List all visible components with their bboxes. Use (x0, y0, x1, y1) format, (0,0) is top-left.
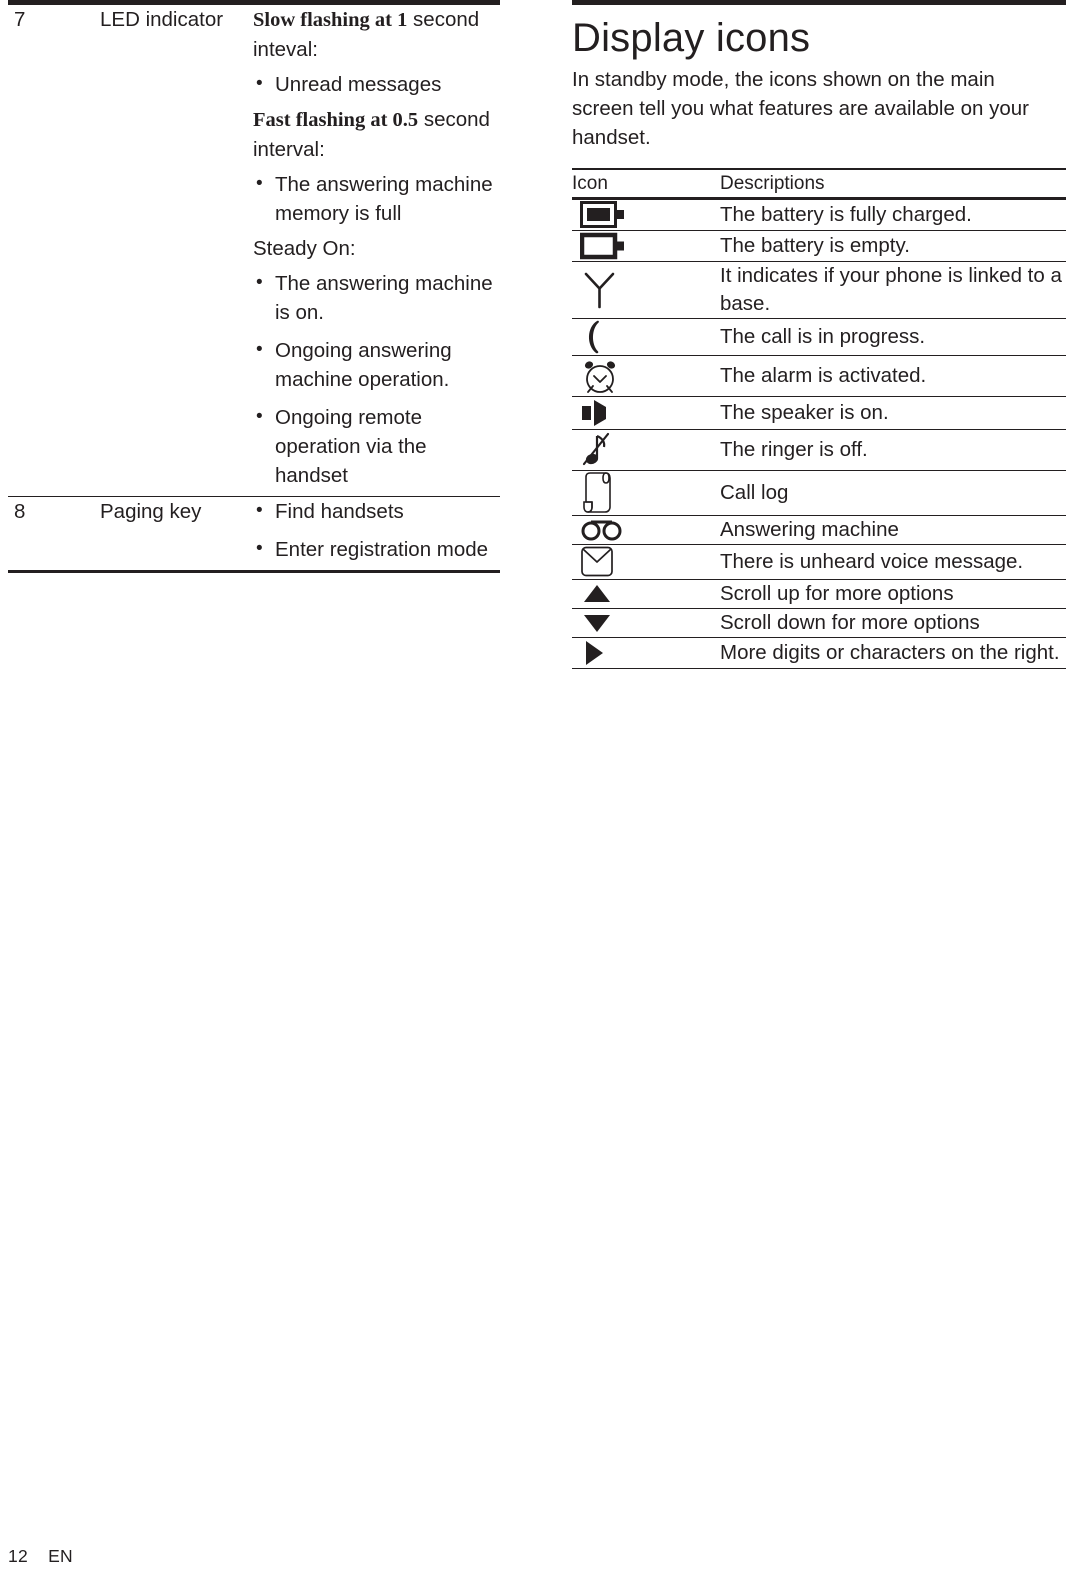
left-table-bottom-rule (8, 570, 500, 573)
list-item: Ongoing remote operation via the handset (253, 402, 500, 490)
alarm-clock-icon (572, 356, 720, 396)
row-description-cell: Find handsets Enter registration mode (253, 496, 500, 570)
icon-cell (572, 317, 720, 356)
table-row: Answering machine (572, 514, 1066, 545)
footer-language: EN (48, 1546, 73, 1566)
bullet-list: The answering machine is on. Ongoing ans… (253, 268, 500, 490)
row-name-cell: Paging key (100, 496, 253, 570)
row-number: 8 (14, 500, 26, 523)
lead-bold: Slow flashing at 1 (253, 9, 408, 31)
icon-description: There is unheard voice message. (720, 543, 1066, 580)
scroll-right-icon (572, 638, 720, 668)
table-header-row: Icon Descriptions (572, 170, 1066, 197)
table-row: The speaker is on. (572, 395, 1066, 430)
ringer-off-icon (572, 430, 720, 470)
icon-cell (572, 636, 720, 668)
column-header-description: Descriptions (720, 172, 825, 194)
battery-full-icon (572, 200, 720, 230)
table-row: The ringer is off. (572, 428, 1066, 471)
table-row: Call log (572, 469, 1066, 516)
row-number-cell: 7 (8, 5, 100, 497)
icon-cell (572, 229, 720, 262)
icon-description: The speaker is on. (720, 395, 1066, 430)
list-item: The answering machine memory is full (253, 169, 500, 228)
table-row: More digits or characters on the right. (572, 636, 1066, 668)
icon-description: The battery is empty. (720, 229, 1066, 262)
icon-description: The call is in progress. (720, 317, 1066, 356)
table-row: Scroll down for more options (572, 607, 1066, 638)
lead-bold: Fast flashing at 0.5 (253, 109, 419, 131)
icon-description: Call log (720, 469, 1066, 516)
list-item: Find handsets (253, 496, 500, 526)
table-row: There is unheard voice message. (572, 543, 1066, 580)
lead-line-fast-flashing: Fast flashing at 0.5 second interval: (253, 105, 500, 164)
icon-description: The battery is fully charged. (720, 202, 972, 226)
display-icons-body: The battery is fully charged. The batter… (572, 200, 1066, 668)
voice-message-icon (572, 545, 720, 579)
manual-page: 7 LED indicator Slow flashing at 1 secon… (0, 0, 1081, 1587)
icon-description: Answering machine (720, 514, 1066, 545)
page-footer: 12 EN (8, 1545, 73, 1567)
icon-cell (572, 578, 720, 609)
row-name: LED indicator (100, 8, 224, 31)
row-name: Paging key (100, 500, 202, 523)
battery-empty-icon (572, 231, 720, 261)
right-section-top-rule (572, 0, 1066, 5)
table-row: Scroll up for more options (572, 578, 1066, 609)
row-description-cell: Slow flashing at 1 second inteval: Unrea… (253, 5, 500, 497)
icon-description: The alarm is activated. (720, 354, 1066, 397)
table-row: The battery is fully charged. (572, 200, 1066, 231)
description-block: Slow flashing at 1 second inteval: Unrea… (253, 5, 500, 490)
call-log-icon (572, 471, 720, 515)
list-item: Unread messages (253, 69, 500, 99)
footer-page-number: 12 (8, 1546, 29, 1566)
icon-cell (572, 428, 720, 471)
row-name-cell: LED indicator (100, 5, 253, 497)
table-row: The call is in progress. (572, 317, 1066, 356)
table-row: The alarm is activated. (572, 354, 1066, 397)
icon-cell (572, 514, 720, 545)
icon-cell (572, 543, 720, 580)
page-title: Display icons (572, 16, 811, 60)
row-number-cell: 8 (8, 496, 100, 570)
display-icons-table: Icon Descriptions (572, 170, 1066, 197)
icon-cell (572, 395, 720, 430)
scroll-up-icon (572, 581, 720, 607)
right-column: Display icons In standby mode, the icons… (572, 0, 1066, 670)
icon-description: Scroll down for more options (720, 607, 1066, 638)
lead-line-slow-flashing: Slow flashing at 1 second inteval: (253, 5, 500, 64)
bullet-list: Unread messages (253, 69, 500, 99)
call-in-progress-icon (572, 319, 720, 355)
icon-cell (572, 200, 720, 231)
icon-table-bottom-rule (572, 667, 1066, 670)
icon-cell (572, 469, 720, 516)
lead-line-steady-on: Steady On: (253, 237, 356, 260)
answering-machine-icon (572, 517, 720, 543)
icon-description: It indicates if your phone is linked to … (720, 260, 1066, 319)
list-item: The answering machine is on. (253, 268, 500, 327)
icon-description: The ringer is off. (720, 428, 1066, 471)
bullet-list: Find handsets Enter registration mode (253, 496, 500, 564)
table-row: It indicates if your phone is linked to … (572, 260, 1066, 319)
antenna-link-icon (572, 269, 720, 311)
icon-cell (572, 260, 720, 319)
button-spec-table: 7 LED indicator Slow flashing at 1 secon… (8, 5, 500, 570)
bullet-list: The answering machine memory is full (253, 169, 500, 228)
icon-cell (572, 354, 720, 397)
table-row: The battery is empty. (572, 229, 1066, 262)
row-number: 7 (14, 8, 26, 31)
list-item: Enter registration mode (253, 534, 500, 564)
column-header-icon: Icon (572, 172, 608, 194)
speaker-on-icon (572, 397, 720, 429)
intro-paragraph: In standby mode, the icons shown on the … (572, 68, 1029, 149)
left-column: 7 LED indicator Slow flashing at 1 secon… (8, 0, 500, 573)
scroll-down-icon (572, 610, 720, 636)
table-row: 7 LED indicator Slow flashing at 1 secon… (8, 5, 500, 497)
list-item: Ongoing answering machine operation. (253, 335, 500, 394)
icon-description: Scroll up for more options (720, 578, 1066, 609)
icon-description: More digits or characters on the right. (720, 636, 1066, 668)
icon-cell (572, 607, 720, 638)
table-row: 8 Paging key Find handsets Enter registr… (8, 496, 500, 570)
description-block: Find handsets Enter registration mode (253, 496, 500, 564)
